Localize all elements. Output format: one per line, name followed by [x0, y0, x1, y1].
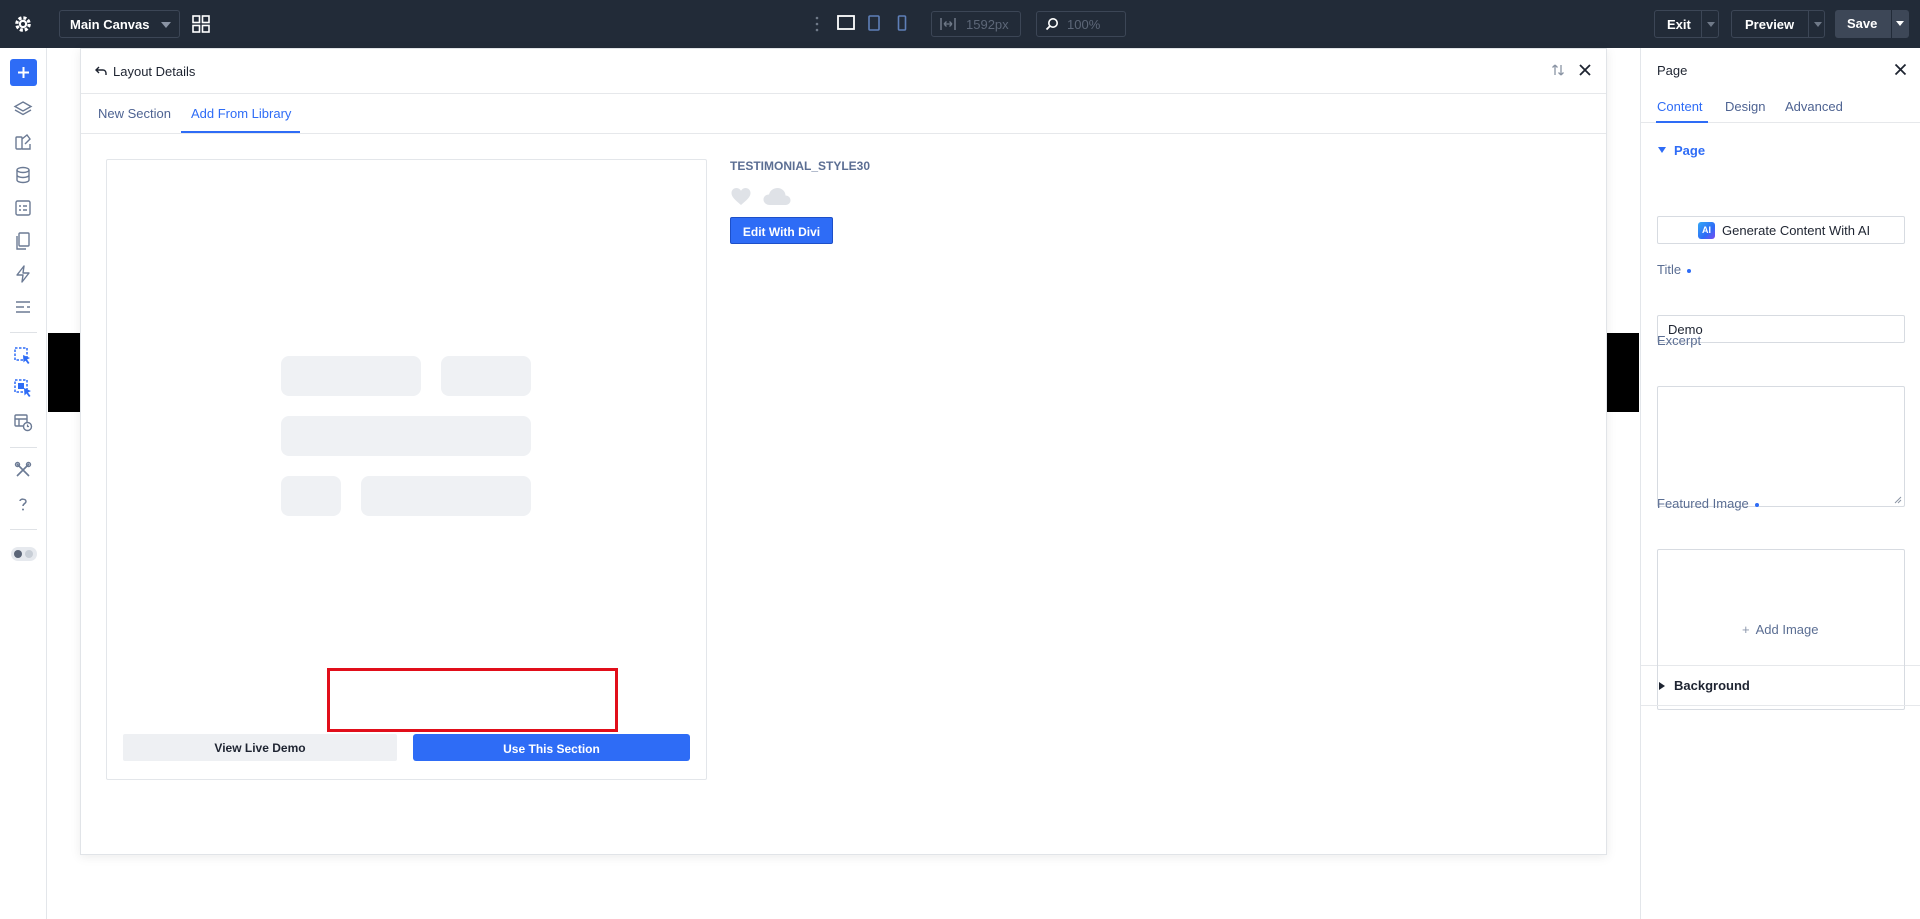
skeleton-placeholder	[281, 416, 531, 456]
chevron-down-icon[interactable]	[1896, 21, 1904, 26]
add-button[interactable]	[10, 59, 37, 86]
gear-icon[interactable]	[13, 14, 33, 34]
caret-down-icon[interactable]	[1658, 147, 1666, 153]
featured-image-label-text: Featured Image	[1657, 496, 1749, 511]
theme-toggle[interactable]	[11, 547, 37, 561]
active-tab-indicator	[1656, 121, 1708, 123]
chevron-down-icon[interactable]	[1707, 22, 1715, 27]
zoom-input[interactable]: 100%	[1036, 11, 1126, 37]
exit-label: Exit	[1667, 17, 1691, 32]
plus-icon	[18, 67, 29, 78]
chevron-down-icon[interactable]	[1814, 22, 1822, 27]
sidebar-divider	[10, 529, 37, 530]
excerpt-textarea[interactable]	[1657, 386, 1905, 507]
active-tab-indicator	[181, 131, 300, 133]
layout-history-icon[interactable]	[13, 412, 33, 432]
skeleton-placeholder	[281, 356, 421, 396]
close-icon[interactable]	[1577, 62, 1593, 78]
canvas-select[interactable]: Main Canvas	[59, 10, 180, 38]
panel-tabs: Content Design Advanced	[1641, 93, 1920, 123]
page-settings-icon[interactable]	[13, 198, 33, 218]
canvas-width-input[interactable]: 1592px	[931, 11, 1021, 37]
tab-design[interactable]: Design	[1725, 99, 1765, 114]
desktop-view-icon[interactable]	[837, 15, 855, 31]
layout-preview-card: View Live Demo Use This Section	[106, 159, 707, 780]
tab-content[interactable]: Content	[1657, 99, 1703, 114]
tablet-view-icon[interactable]	[868, 15, 880, 31]
zoom-icon	[1045, 18, 1058, 31]
close-icon[interactable]	[1893, 62, 1908, 77]
preview-label: Preview	[1745, 17, 1795, 32]
tab-add-from-library[interactable]: Add From Library	[191, 106, 291, 121]
add-image-button[interactable]: + Add Image	[1742, 622, 1818, 637]
page-section: Page AI Generate Content With AI Title D…	[1641, 124, 1920, 710]
title-field-label: Title	[1657, 262, 1692, 277]
use-this-section-button[interactable]: Use This Section	[413, 734, 690, 761]
ai-icon: AI	[1698, 222, 1715, 239]
grid-icon[interactable]	[192, 15, 210, 33]
title-label-text: Title	[1657, 262, 1682, 277]
dark-mode-icon	[25, 550, 33, 558]
preview-button[interactable]: Preview	[1731, 10, 1825, 38]
exit-button[interactable]: Exit	[1654, 10, 1719, 38]
panel-title: Page	[1657, 63, 1688, 78]
bolt-icon[interactable]	[13, 264, 33, 284]
layout-name: TESTIMONIAL_STYLE30	[730, 159, 871, 173]
background-section[interactable]: Background	[1641, 666, 1920, 706]
layers-icon[interactable]	[13, 99, 33, 119]
top-toolbar: Main Canvas 1592px 100% Exit Preview Sav…	[0, 0, 1920, 48]
more-vertical-icon[interactable]	[815, 15, 819, 33]
canvas-section-band	[1606, 333, 1639, 412]
heart-icon[interactable]	[730, 187, 752, 207]
save-button[interactable]: Save	[1835, 10, 1909, 38]
layout-details-modal: Layout Details New Section Add From Libr…	[80, 48, 1607, 855]
plus-icon: +	[1742, 622, 1750, 637]
tab-advanced[interactable]: Advanced	[1785, 99, 1843, 114]
help-icon[interactable]	[13, 494, 33, 514]
tab-new-section[interactable]: New Section	[98, 106, 171, 121]
featured-image-label: Featured Image	[1657, 496, 1759, 511]
background-section-toggle[interactable]: Background	[1674, 678, 1750, 693]
resize-grip-icon[interactable]	[1894, 496, 1902, 504]
light-mode-icon	[14, 550, 22, 558]
database-icon[interactable]	[13, 165, 33, 185]
sidebar-divider	[10, 447, 37, 448]
excerpt-field-label: Excerpt	[1657, 333, 1702, 348]
library-pick-icon[interactable]	[13, 378, 33, 398]
generate-ai-label: Generate Content With AI	[1722, 223, 1871, 238]
page-section-toggle[interactable]: Page	[1674, 143, 1705, 158]
canvas-select-label: Main Canvas	[70, 17, 150, 32]
save-label: Save	[1847, 16, 1878, 31]
resize-width-icon	[940, 18, 956, 30]
skeleton-placeholder	[281, 476, 341, 516]
back-arrow-icon[interactable]	[95, 66, 107, 76]
chevron-down-icon	[161, 22, 171, 28]
modal-tabs: New Section Add From Library	[81, 94, 1606, 134]
zoom-value: 100%	[1067, 17, 1101, 32]
cloud-icon[interactable]	[762, 187, 792, 207]
theme-builder-icon[interactable]	[13, 132, 33, 152]
sort-icon[interactable]	[1551, 63, 1565, 77]
modal-header: Layout Details	[81, 49, 1606, 94]
phone-view-icon[interactable]	[897, 15, 907, 31]
skeleton-placeholder	[441, 356, 531, 396]
canvas-width-value: 1592px	[966, 17, 1009, 32]
left-sidebar	[0, 48, 47, 919]
modified-indicator	[1754, 502, 1759, 507]
pages-icon[interactable]	[13, 231, 33, 251]
list-icon[interactable]	[13, 297, 33, 317]
view-live-demo-button[interactable]: View Live Demo	[123, 734, 397, 761]
generate-ai-button[interactable]: AI Generate Content With AI	[1657, 216, 1905, 244]
edit-with-divi-button[interactable]: Edit With Divi	[730, 217, 833, 244]
pick-icon[interactable]	[13, 346, 33, 366]
tools-icon[interactable]	[13, 460, 33, 480]
add-image-label: Add Image	[1755, 622, 1819, 637]
canvas-section-band	[48, 333, 81, 412]
modified-indicator	[1687, 268, 1692, 273]
sidebar-divider	[10, 332, 37, 333]
caret-right-icon[interactable]	[1659, 682, 1665, 690]
modal-title: Layout Details	[113, 64, 196, 79]
settings-panel: Page Content Design Advanced Page AI Gen…	[1640, 48, 1920, 919]
skeleton-placeholder	[361, 476, 531, 516]
